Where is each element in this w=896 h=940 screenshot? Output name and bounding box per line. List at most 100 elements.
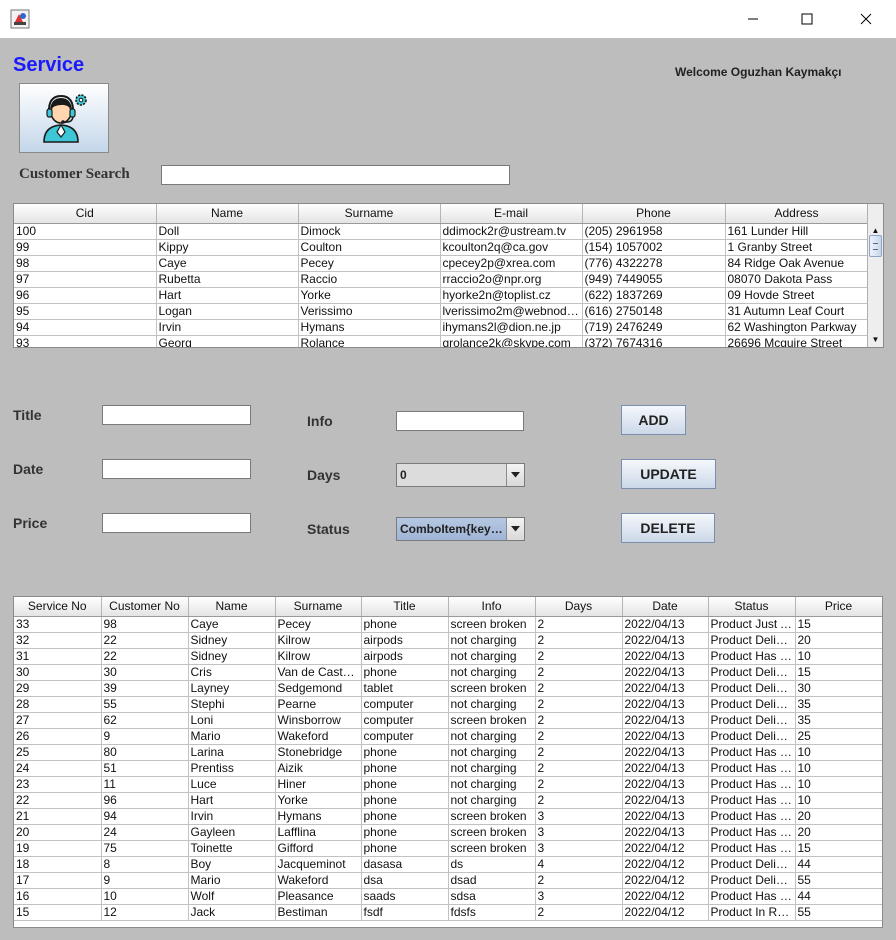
- services-table-cell: 3: [535, 824, 623, 841]
- services-column-header[interactable]: Days: [535, 597, 623, 617]
- date-input[interactable]: [102, 459, 251, 479]
- services-table-row[interactable]: 32 22 Sidney Kilrow airpods not charging 2 2022…: [14, 632, 882, 649]
- scroll-thumb[interactable]: [869, 235, 882, 257]
- services-table-row[interactable]: 24 51 Prentiss Aizik phone not charging 2 2022/…: [14, 760, 882, 777]
- services-table-row[interactable]: 22 96 Hart Yorke phone not charging 2 2022/04/1…: [14, 792, 882, 809]
- status-combo[interactable]: ComboItem{key=1, value=Product Just Arri…: [396, 517, 525, 541]
- services-table-row[interactable]: 30 30 Cris Van de Castele phone not charging 2…: [14, 664, 882, 681]
- customers-table-cell: grolance2k@skype.com: [440, 335, 583, 347]
- services-table-cell: Aizik: [275, 760, 362, 777]
- update-button[interactable]: UPDATE: [621, 459, 716, 489]
- services-table-row[interactable]: 28 55 Stephi Pearne computer not charging 2 202…: [14, 696, 882, 713]
- services-table-row[interactable]: 29 39 Layney Sedgemond tablet screen broken 2 2…: [14, 680, 882, 697]
- services-table-cell: Caye: [188, 616, 276, 633]
- status-combo-value: ComboItem{key=1, value=Product Just Arri…: [400, 522, 506, 536]
- maximize-button[interactable]: [787, 4, 827, 34]
- services-table-cell: phone: [361, 840, 449, 857]
- services-table-cell: 24: [14, 760, 102, 777]
- services-table-cell: 2: [535, 728, 623, 745]
- customers-column-header[interactable]: Cid: [14, 204, 157, 224]
- status-label: Status: [307, 521, 350, 537]
- services-table-cell: dsad: [448, 872, 536, 889]
- close-icon: [860, 13, 872, 25]
- customers-column-header[interactable]: Phone: [582, 204, 726, 224]
- customers-table-cell: hyorke2n@toplist.cz: [440, 287, 583, 304]
- services-column-header[interactable]: Name: [188, 597, 276, 617]
- customers-table-row[interactable]: 93 Georg Rolance grolance2k@skype.com (372) …: [14, 335, 869, 347]
- maximize-icon: [801, 13, 813, 25]
- delete-button[interactable]: DELETE: [621, 513, 715, 543]
- services-table-cell: 2022/04/13: [622, 728, 709, 745]
- services-table-row[interactable]: 31 22 Sidney Kilrow airpods not charging 2 2022…: [14, 648, 882, 665]
- title-bar: [0, 0, 896, 38]
- days-combo-value: 0: [400, 468, 407, 482]
- customers-table-row[interactable]: 95LoganVerissimolverissimo2m@webnode.com…: [14, 303, 869, 320]
- services-table-cell: 10: [795, 760, 882, 777]
- services-table-cell: tablet: [361, 680, 449, 697]
- services-table-cell: 2: [535, 680, 623, 697]
- services-column-header[interactable]: Date: [622, 597, 709, 617]
- services-table-cell: 2022/04/13: [622, 680, 709, 697]
- services-table-cell: screen broken: [448, 840, 536, 857]
- minimize-button[interactable]: [733, 4, 773, 34]
- add-button[interactable]: ADD: [621, 405, 686, 435]
- price-input[interactable]: [102, 513, 251, 533]
- services-table-row[interactable]: 17 9 Mario Wakeford dsa dsad 2 2022/04/12 Produc…: [14, 872, 882, 889]
- customers-table-row[interactable]: 94 Irvin Hymans ihymans2l@dion.ne.jp (719) 2…: [14, 319, 869, 336]
- logo-button[interactable]: [19, 83, 109, 153]
- close-button[interactable]: [846, 4, 886, 34]
- customers-table-cell: 93: [14, 335, 157, 347]
- services-table-row[interactable]: 23 11 Luce Hiner phone not charging 2 2022/04/1…: [14, 776, 882, 793]
- services-table-cell: 3: [535, 888, 623, 905]
- chevron-down-icon[interactable]: [506, 518, 524, 540]
- services-table-row[interactable]: 18 8 Boy Jacqueminot dasasa ds 4 2022/04/12 Prod…: [14, 856, 882, 873]
- services-table-cell: 9: [101, 872, 189, 889]
- customers-table-cell: Coulton: [298, 239, 441, 256]
- days-combo[interactable]: 0: [396, 463, 525, 487]
- customers-column-header[interactable]: Name: [156, 204, 299, 224]
- services-table-cell: not charging: [448, 664, 536, 681]
- services-table-cell: 55: [795, 872, 882, 889]
- customers-table-row[interactable]: 96 Hart Yorke hyorke2n@toplist.cz (622) 1837…: [14, 287, 869, 304]
- customers-table-row[interactable]: 100 Doll Dimock ddimock2r@ustream.tv (205) 2…: [14, 223, 869, 240]
- services-table-row[interactable]: 33 98 Caye Pecey phone screen broken 2 2022/04/…: [14, 616, 882, 633]
- services-table-row[interactable]: 26 9 Mario Wakeford computer not charging 2 202…: [14, 728, 882, 745]
- services-table-cell: 23: [14, 776, 102, 793]
- services-table-row[interactable]: 20 24 Gayleen Lafflina phone screen broken 3 20…: [14, 824, 882, 841]
- services-table-row[interactable]: 21 94 Irvin Hymans phone screen broken 3 2022/0…: [14, 808, 882, 825]
- title-input[interactable]: [102, 405, 251, 425]
- services-table-row[interactable]: 16 10 Wolf Pleasance saads sdsa 3 2022/04/12 Pro…: [14, 888, 882, 905]
- services-table-cell: phone: [361, 776, 449, 793]
- customers-table-row[interactable]: 98 Caye Pecey cpecey2p@xrea.com (776) 432227…: [14, 255, 869, 272]
- customers-table-row[interactable]: 97 Rubetta Raccio rraccio2o@npr.org (949) 74…: [14, 271, 869, 288]
- customers-table-cell: (719) 2476249: [582, 319, 726, 336]
- services-column-header[interactable]: Status: [708, 597, 796, 617]
- services-column-header[interactable]: Surname: [275, 597, 362, 617]
- customers-column-header[interactable]: Surname: [298, 204, 441, 224]
- services-table-cell: phone: [361, 808, 449, 825]
- services-table-row[interactable]: 25 80 Larina Stonebridge phone not charging 2 2…: [14, 744, 882, 761]
- customers-column-header[interactable]: Address: [725, 204, 869, 224]
- services-column-header[interactable]: Service No: [14, 597, 102, 617]
- customer-search-input[interactable]: [161, 165, 510, 185]
- chevron-down-icon[interactable]: [506, 464, 524, 486]
- scroll-down-arrow-icon[interactable]: ▼: [868, 332, 883, 347]
- customers-scrollbar[interactable]: ▲ ▼: [867, 204, 883, 347]
- services-table-row[interactable]: 19 75 Toinette Gifford phone screen broken 3 20…: [14, 840, 882, 857]
- customers-table-cell: 09 Hovde Street: [725, 287, 869, 304]
- services-table-row[interactable]: 15 12 Jack Bestiman fsdf fdsfs 2 2022/04/12 Prod…: [14, 904, 882, 921]
- customers-table-row[interactable]: 99 Kippy Coulton kcoulton2q@ca.gov (154) 105…: [14, 239, 869, 256]
- services-table-cell: 29: [14, 680, 102, 697]
- services-column-header[interactable]: Customer No: [101, 597, 189, 617]
- services-table-cell: 2: [535, 872, 623, 889]
- price-label: Price: [13, 515, 48, 531]
- customers-column-header[interactable]: E-mail: [440, 204, 583, 224]
- services-table-cell: 22: [101, 632, 189, 649]
- services-table-row[interactable]: 27 62 Loni Winsborrow computer screen broken 2…: [14, 712, 882, 729]
- services-table-cell: 2: [535, 696, 623, 713]
- services-column-header[interactable]: Price: [795, 597, 882, 617]
- info-input[interactable]: [396, 411, 524, 431]
- services-table-cell: 25: [14, 744, 102, 761]
- services-column-header[interactable]: Info: [448, 597, 536, 617]
- services-column-header[interactable]: Title: [361, 597, 449, 617]
